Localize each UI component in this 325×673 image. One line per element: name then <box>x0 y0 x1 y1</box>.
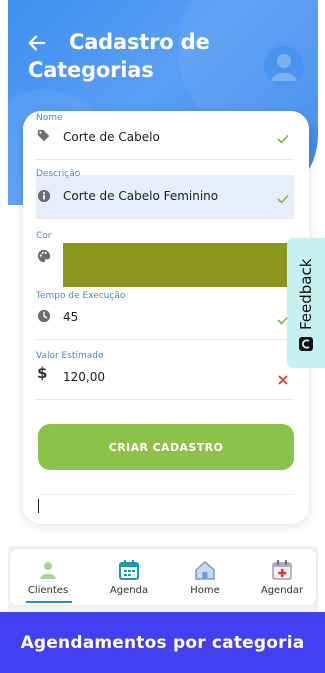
dollar-icon: $ <box>37 364 48 382</box>
name-field[interactable]: Nome Corte de Cabelo <box>36 113 294 161</box>
palette-icon <box>37 249 51 263</box>
nav-item-agenda[interactable]: Agenda <box>99 557 159 603</box>
active-indicator <box>26 601 72 603</box>
execution-time-value[interactable]: 45 <box>63 310 78 324</box>
estimated-value-field[interactable]: Valor Estimado $ 120,00 <box>36 351 294 401</box>
execution-time-field[interactable]: Tempo de Execução 45 <box>36 291 294 341</box>
calendar-plus-icon <box>272 560 292 580</box>
estimated-value-underline <box>36 399 294 400</box>
nav-item-clientes[interactable]: Clientes <box>18 557 78 603</box>
name-label: Nome <box>36 113 63 123</box>
estimated-value-value[interactable]: 120,00 <box>63 370 105 384</box>
nav-item-agendar[interactable]: Agendar <box>252 557 312 603</box>
name-underline <box>36 159 294 160</box>
calendar-icon <box>119 560 139 580</box>
app-screen: Cadastro de Categorias Nome Corte de Cab… <box>0 0 325 673</box>
color-field[interactable]: Cor <box>36 231 294 291</box>
feedback-icon <box>299 337 313 351</box>
user-avatar-icon[interactable] <box>264 46 304 86</box>
nav-label: Clientes <box>27 585 69 596</box>
home-icon <box>195 560 215 580</box>
estimated-value-label: Valor Estimado <box>36 351 104 361</box>
nav-item-home[interactable]: Home <box>175 557 235 603</box>
check-icon <box>277 134 289 144</box>
description-value[interactable]: Corte de Cabelo Feminino <box>63 189 218 203</box>
text-cursor <box>38 499 39 513</box>
description-field[interactable]: Descrição Corte de Cabelo Feminino <box>36 169 294 223</box>
execution-time-label: Tempo de Execução <box>36 291 126 301</box>
page-title: Cadastro de Categorias <box>28 30 210 82</box>
nav-label: Agendar <box>260 585 304 596</box>
check-icon <box>277 194 289 204</box>
tag-icon <box>37 129 50 142</box>
color-label: Cor <box>36 231 52 241</box>
nav-label: Home <box>190 585 220 596</box>
feedback-label: Feedback <box>297 258 315 330</box>
color-swatch[interactable] <box>63 243 294 287</box>
create-button[interactable]: CRIAR CADASTRO <box>38 424 294 470</box>
category-form: Nome Corte de Cabelo Descrição Corte de … <box>23 111 309 524</box>
caption-banner: Agendamentos por categoria <box>0 612 325 673</box>
info-icon <box>37 189 51 203</box>
feedback-tab[interactable]: Feedback <box>287 238 325 368</box>
nav-label: Agenda <box>109 585 149 596</box>
description-label: Descrição <box>36 169 81 179</box>
bottom-nav: Clientes Agenda Home Agendar <box>10 549 316 605</box>
description-underline <box>36 218 294 219</box>
error-x-icon <box>278 375 288 385</box>
name-value[interactable]: Corte de Cabelo <box>63 130 160 144</box>
person-icon <box>40 562 56 579</box>
execution-time-underline <box>36 339 294 340</box>
divider <box>38 494 294 495</box>
clock-icon <box>37 309 51 323</box>
